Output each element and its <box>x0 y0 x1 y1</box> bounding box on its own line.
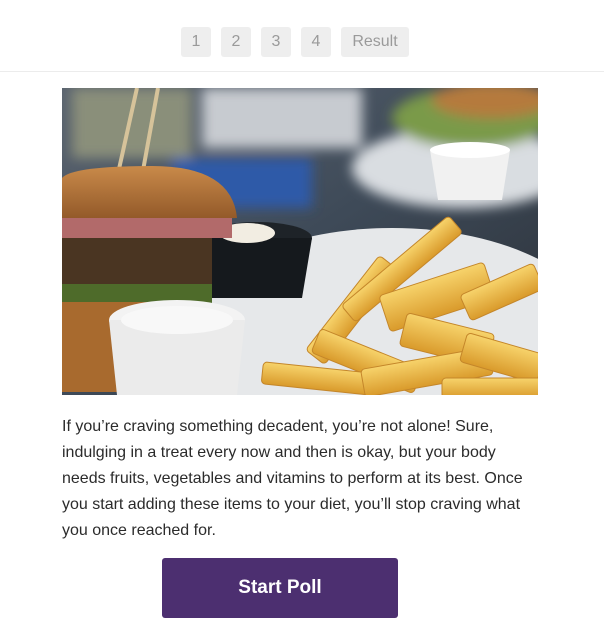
burger-fries-photo <box>62 88 538 395</box>
step-3[interactable]: 3 <box>261 27 291 57</box>
step-1[interactable]: 1 <box>181 27 211 57</box>
step-result[interactable]: Result <box>341 27 409 57</box>
hero-image <box>62 88 538 395</box>
step-2[interactable]: 2 <box>221 27 251 57</box>
progress-steps: 1 2 3 4 Result <box>0 0 604 72</box>
start-poll-button[interactable]: Start Poll <box>162 558 398 618</box>
intro-text: If you’re craving something decadent, yo… <box>62 418 523 539</box>
step-4[interactable]: 4 <box>301 27 331 57</box>
